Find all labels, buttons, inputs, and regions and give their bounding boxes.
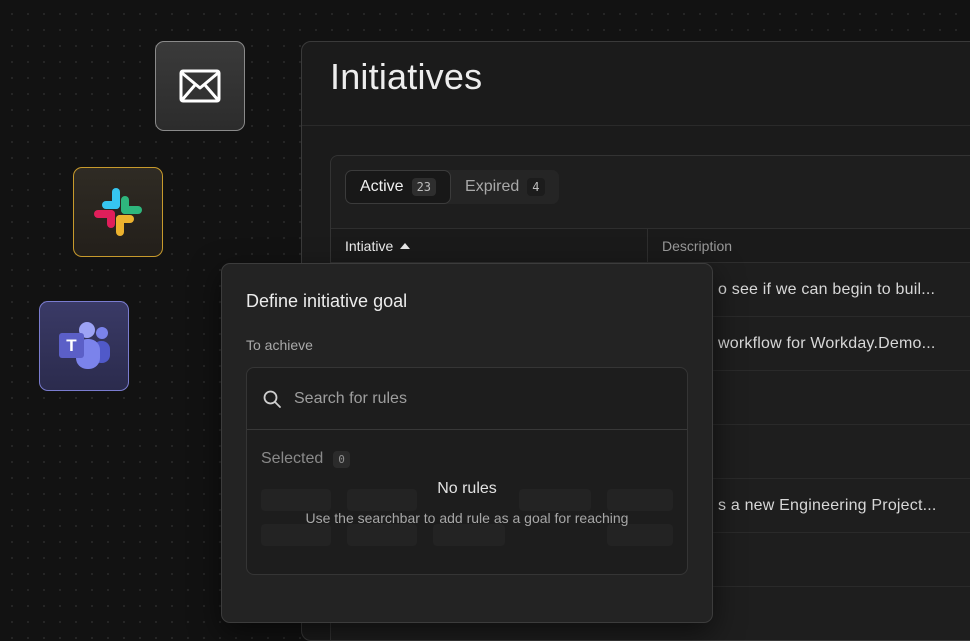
tab-active[interactable]: Active 23 [345,170,452,204]
empty-state-subtitle: Use the searchbar to add rule as a goal … [305,510,629,526]
page-title: Initiatives [330,56,483,97]
column-header-description[interactable]: Description [647,229,732,262]
rules-picker: Selected 0 No rules Use the searchbar to… [246,367,688,575]
search-icon [263,390,281,408]
teams-icon: T [59,322,110,369]
column-header-initiative-label: Intiative [345,237,394,254]
tab-expired-count: 4 [527,178,545,196]
description-text: s a new Engineering Project... [718,496,937,514]
dialog-title: Define initiative goal [246,291,408,311]
placeholder-chip [607,524,673,546]
rules-search-bar[interactable] [247,368,687,430]
placeholder-chip [347,524,417,546]
slack-icon [94,188,142,236]
table-header: Intiative Description [331,229,970,263]
slack-app-tile[interactable] [73,167,163,257]
to-achieve-label: To achieve [246,337,313,353]
sort-ascending-icon [400,242,411,249]
envelope-icon [179,69,221,103]
column-header-initiative[interactable]: Intiative [345,229,411,262]
tab-active-count: 23 [411,178,437,196]
selected-label: Selected [261,450,324,467]
rules-search-input[interactable] [292,388,656,409]
email-app-tile[interactable] [155,41,245,131]
placeholder-chip [261,524,331,546]
description-text: workflow for Workday.Demo... [718,334,936,352]
column-header-description-label: Description [662,237,733,254]
tab-active-label: Active [360,178,404,195]
placeholder-chip [433,524,505,546]
selected-rules-header: Selected 0 [261,450,350,468]
description-text: o see if we can begin to buil... [718,280,936,298]
title-divider [302,125,970,126]
empty-state-title: No rules [437,480,497,497]
tab-expired-label: Expired [465,178,520,195]
svg-text:T: T [66,336,77,355]
selected-count-badge: 0 [333,450,350,468]
status-tabs: Active 23 Expired 4 [345,170,559,204]
teams-app-tile[interactable]: T [39,301,129,391]
define-goal-dialog: Define initiative goal To achieve Select… [221,263,713,623]
tab-expired[interactable]: Expired 4 [451,170,558,204]
